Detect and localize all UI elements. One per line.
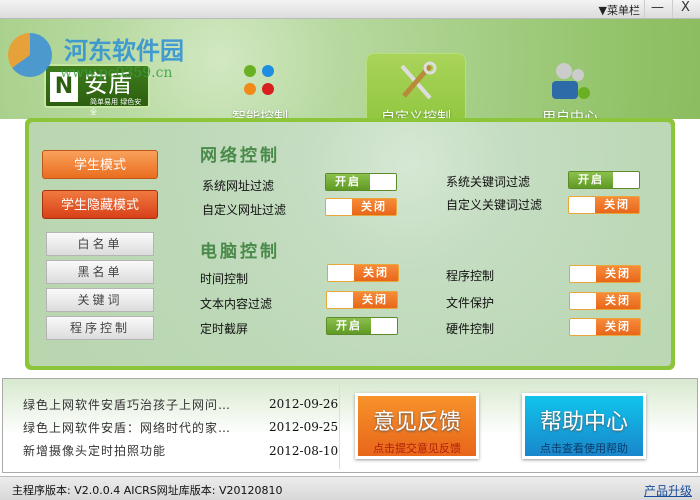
toggle-state: 关闭 xyxy=(352,199,396,215)
computer-control-heading: 电脑控制 xyxy=(200,242,280,262)
toggle-state: 关闭 xyxy=(596,319,640,335)
watermark-logo-icon xyxy=(8,33,52,77)
blacklist-button[interactable]: 黑名单 xyxy=(46,260,154,284)
minimize-button[interactable]: — xyxy=(644,0,670,18)
setting-label: 文件保护 xyxy=(446,296,495,310)
feedback-title: 意见反馈 xyxy=(372,410,461,435)
toggle-state: 关闭 xyxy=(354,265,398,281)
scheduled-screenshot-toggle[interactable]: 开启 xyxy=(326,317,398,335)
text-content-filter-toggle[interactable]: 关闭 xyxy=(326,291,398,309)
setting-label: 系统网址过滤 xyxy=(202,179,275,193)
logo-slogan: 简单易用 绿色安全 xyxy=(90,98,142,116)
news-date: 2012-09-25 xyxy=(269,420,339,434)
feedback-button[interactable]: 意见反馈 点击提交意见反馈 xyxy=(355,393,479,459)
watermark-name: 河东软件园 xyxy=(64,36,184,65)
setting-label: 自定义关键词过滤 xyxy=(446,198,543,212)
setting-label: 自定义网址过滤 xyxy=(202,203,287,217)
system-keyword-filter-toggle[interactable]: 开启 xyxy=(568,171,640,189)
upgrade-link[interactable]: 产品升级 xyxy=(644,482,692,499)
setting-label: 硬件控制 xyxy=(446,322,495,336)
setting-label: 定时截屏 xyxy=(200,322,249,336)
custom-url-filter-toggle[interactable]: 关闭 xyxy=(325,198,397,216)
toggle-state: 关闭 xyxy=(596,293,640,309)
toggle-state: 开启 xyxy=(326,174,370,190)
news-link[interactable]: 绿色上网软件安盾巧治孩子上网问… xyxy=(23,396,231,413)
news-link[interactable]: 绿色上网软件安盾：网络时代的家… xyxy=(23,419,231,436)
smart-control-icon xyxy=(210,59,310,103)
news-area: 绿色上网软件安盾巧治孩子上网问… 2012-09-26 绿色上网软件安盾：网络时… xyxy=(2,378,698,473)
help-center-button[interactable]: 帮助中心 点击查看使用帮助 xyxy=(522,393,646,459)
network-control-heading: 网络控制 xyxy=(200,146,280,166)
status-bar: 主程序版本: V2.0.0.4 AICRS网址库版本: V20120810 产品… xyxy=(0,476,700,500)
student-hidden-mode-button[interactable]: 学生隐藏模式 xyxy=(42,190,158,219)
whitelist-button[interactable]: 白名单 xyxy=(46,232,154,256)
file-protection-toggle[interactable]: 关闭 xyxy=(569,292,641,310)
toggle-state: 关闭 xyxy=(596,266,640,282)
news-date: 2012-08-10 xyxy=(269,444,339,458)
tools-icon xyxy=(367,60,465,104)
setting-label: 程序控制 xyxy=(446,269,495,283)
time-control-toggle[interactable]: 关闭 xyxy=(327,264,399,282)
custom-keyword-filter-toggle[interactable]: 关闭 xyxy=(568,196,640,214)
news-link[interactable]: 新增摄像头定时拍照功能 xyxy=(23,442,166,459)
toggle-state: 关闭 xyxy=(595,197,639,213)
toggle-state: 关闭 xyxy=(353,292,397,308)
menu-dropdown[interactable]: ▼菜单栏 xyxy=(599,2,640,18)
system-url-filter-toggle[interactable]: 开启 xyxy=(325,173,397,191)
feedback-subtitle: 点击提交意见反馈 xyxy=(373,442,461,455)
news-date: 2012-09-26 xyxy=(269,397,339,411)
program-control-toggle[interactable]: 关闭 xyxy=(569,265,641,283)
help-title: 帮助中心 xyxy=(539,410,628,435)
setting-label: 文本内容过滤 xyxy=(200,297,273,311)
keywords-button[interactable]: 关键词 xyxy=(46,288,154,312)
student-mode-button[interactable]: 学生模式 xyxy=(42,150,158,179)
users-icon xyxy=(520,59,620,103)
watermark-url: www.pc0359.cn xyxy=(60,65,173,81)
setting-label: 系统关键词过滤 xyxy=(446,175,531,189)
help-subtitle: 点击查看使用帮助 xyxy=(540,442,628,455)
toggle-state: 开启 xyxy=(327,318,371,334)
version-info: 主程序版本: V2.0.0.4 AICRS网址库版本: V20120810 xyxy=(12,484,283,497)
hardware-control-toggle[interactable]: 关闭 xyxy=(569,318,641,336)
setting-label: 时间控制 xyxy=(200,272,249,286)
header: N 安盾 简单易用 绿色安全 智能控制 自定义控制 用户中心 河东软件园 www… xyxy=(0,19,700,137)
title-bar: ▼菜单栏 — X xyxy=(0,0,700,19)
close-button[interactable]: X xyxy=(672,0,698,18)
program-control-button[interactable]: 程序控制 xyxy=(46,316,154,340)
toggle-state: 开启 xyxy=(569,172,613,188)
